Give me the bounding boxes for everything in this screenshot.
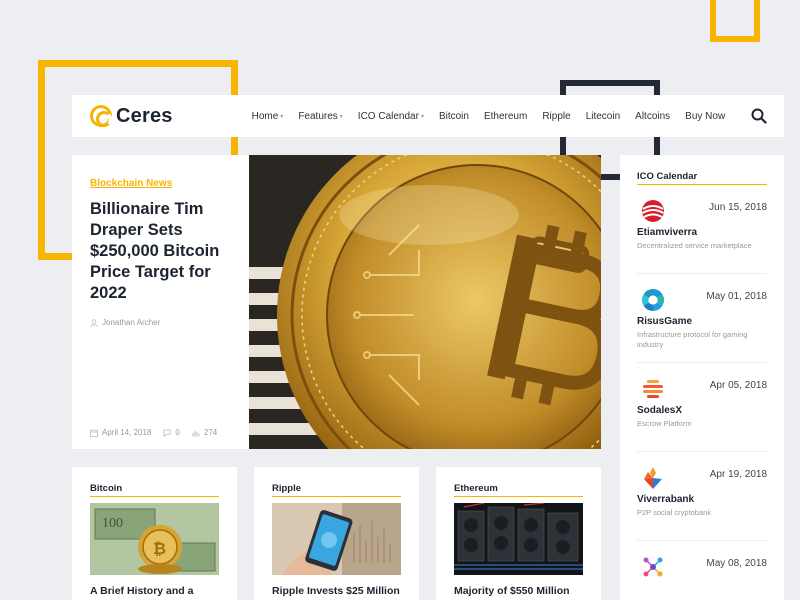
logo[interactable]: Ceres xyxy=(90,105,173,128)
ico-name[interactable]: Viverrabank xyxy=(637,494,767,505)
ico-description: Infrastructure protocol for gaming indus… xyxy=(637,330,748,349)
nav-item-bitcoin[interactable]: Bitcoin xyxy=(439,111,469,122)
author-name[interactable]: Jonathan Archer xyxy=(102,318,160,327)
view-count: 274 xyxy=(203,428,218,437)
calendar-icon xyxy=(90,429,98,437)
ico-description: Decentralized service marketplace xyxy=(637,241,752,250)
etiamviverra-logo-icon xyxy=(642,200,664,222)
article-card-bitcoin: Bitcoin 100 ₿ A Brief History and a xyxy=(72,467,237,600)
brand-name: Ceres xyxy=(116,104,173,127)
nav-label: Ripple xyxy=(542,110,571,122)
ico-description: Escrow Platform xyxy=(637,419,692,428)
site-header: Ceres Home ▾ Features ▾ ICO Calendar ▾ Bitc… xyxy=(72,95,784,137)
ico-description: P2P social cryptobank xyxy=(637,508,712,517)
ico-date: May 01, 2018 xyxy=(706,291,767,302)
nav-item-home[interactable]: Home ▾ xyxy=(252,111,284,122)
nav-item-buy-now[interactable]: Buy Now xyxy=(685,111,725,122)
card-image-ripple-phone[interactable] xyxy=(272,503,401,575)
featured-title[interactable]: Billionaire Tim Draper Sets $250,000 Bit… xyxy=(90,199,234,304)
nav-label: Home xyxy=(251,110,279,122)
nav-item-litecoin[interactable]: Litecoin xyxy=(586,111,620,122)
chevron-down-icon: ▾ xyxy=(280,113,284,120)
ico-list-item[interactable]: Jun 15, 2018 Etiamviverra Decentralized … xyxy=(637,185,767,274)
nav-item-altcoins[interactable]: Altcoins xyxy=(635,111,670,122)
comment-count[interactable]: 0 xyxy=(175,428,179,437)
ico-list-item[interactable]: May 01, 2018 RisusGame Infrastructure pr… xyxy=(637,274,767,363)
chevron-down-icon: ▾ xyxy=(420,113,424,120)
featured-category-link[interactable]: Blockchain News xyxy=(90,178,172,189)
chevron-down-icon: ▾ xyxy=(339,113,343,120)
svg-text:100: 100 xyxy=(102,516,123,531)
card-title[interactable]: Ripple Invests $25 Million xyxy=(272,585,401,597)
viverrabank-logo-icon xyxy=(644,467,662,489)
network-logo-icon xyxy=(643,557,663,577)
card-title[interactable]: A Brief History and a xyxy=(90,585,219,597)
nav-label: Litecoin xyxy=(585,110,621,122)
nav-label: Altcoins xyxy=(635,110,671,122)
ico-date: Jun 15, 2018 xyxy=(709,202,767,213)
nav-label: Features xyxy=(298,110,338,122)
ico-list-item[interactable]: Apr 05, 2018 SodalesX Escrow Platform xyxy=(637,363,767,452)
nav-label: Bitcoin xyxy=(438,110,469,122)
featured-author: Jonathan Archer xyxy=(90,318,231,327)
views-chart-icon xyxy=(192,430,200,436)
featured-article: Blockchain News Billionaire Tim Draper S… xyxy=(72,155,249,449)
card-category[interactable]: Ethereum xyxy=(454,483,583,497)
nav-label: Ethereum xyxy=(483,110,528,122)
search-icon[interactable] xyxy=(751,108,767,124)
ico-date: Apr 05, 2018 xyxy=(709,380,767,391)
ico-date: May 08, 2018 xyxy=(706,558,767,569)
featured-image-bitcoin[interactable] xyxy=(249,155,601,449)
nav-item-features[interactable]: Features ▾ xyxy=(298,111,342,122)
article-card-ethereum: Ethereum Majority of $550 Million xyxy=(436,467,601,600)
card-category[interactable]: Bitcoin xyxy=(90,483,219,497)
nav-label: Buy Now xyxy=(685,110,726,122)
svg-text:₿: ₿ xyxy=(153,540,166,558)
ico-calendar-sidebar: ICO Calendar Jun 15, 2018 Etiamviverra D… xyxy=(620,155,784,600)
card-category[interactable]: Ripple xyxy=(272,483,401,497)
ico-list-item[interactable]: Apr 19, 2018 Viverrabank P2P social cryp… xyxy=(637,452,767,541)
ico-list-item[interactable]: May 08, 2018 xyxy=(637,541,767,600)
card-image-mining-rig[interactable] xyxy=(454,503,583,575)
ico-name[interactable]: RisusGame xyxy=(637,316,767,327)
nav-label: ICO Calendar xyxy=(357,110,419,122)
decorative-frame-yellow-small xyxy=(710,0,760,42)
ico-date: Apr 19, 2018 xyxy=(709,469,767,480)
ico-name[interactable]: Etiamviverra xyxy=(637,227,767,238)
main-nav: Home ▾ Features ▾ ICO Calendar ▾ Bitcoin Et… xyxy=(252,111,741,122)
nav-item-ripple[interactable]: Ripple xyxy=(542,111,570,122)
comment-icon xyxy=(163,429,171,437)
sidebar-title: ICO Calendar xyxy=(637,171,767,185)
featured-meta: April 14, 2018 0 274 xyxy=(90,428,220,437)
card-title[interactable]: Majority of $550 Million xyxy=(454,585,583,597)
user-icon xyxy=(90,318,98,327)
ico-name[interactable]: SodalesX xyxy=(637,405,767,416)
nav-item-ico-calendar[interactable]: ICO Calendar ▾ xyxy=(358,111,424,122)
nav-item-ethereum[interactable]: Ethereum xyxy=(484,111,527,122)
article-card-ripple: Ripple Ripple Invests $25 Million xyxy=(254,467,419,600)
sodalesx-logo-icon xyxy=(643,380,663,398)
card-image-bitcoin-money[interactable]: 100 ₿ xyxy=(90,503,219,575)
publish-date: April 14, 2018 xyxy=(102,428,152,437)
risusgame-logo-icon xyxy=(642,289,664,311)
logo-icon xyxy=(90,105,112,127)
